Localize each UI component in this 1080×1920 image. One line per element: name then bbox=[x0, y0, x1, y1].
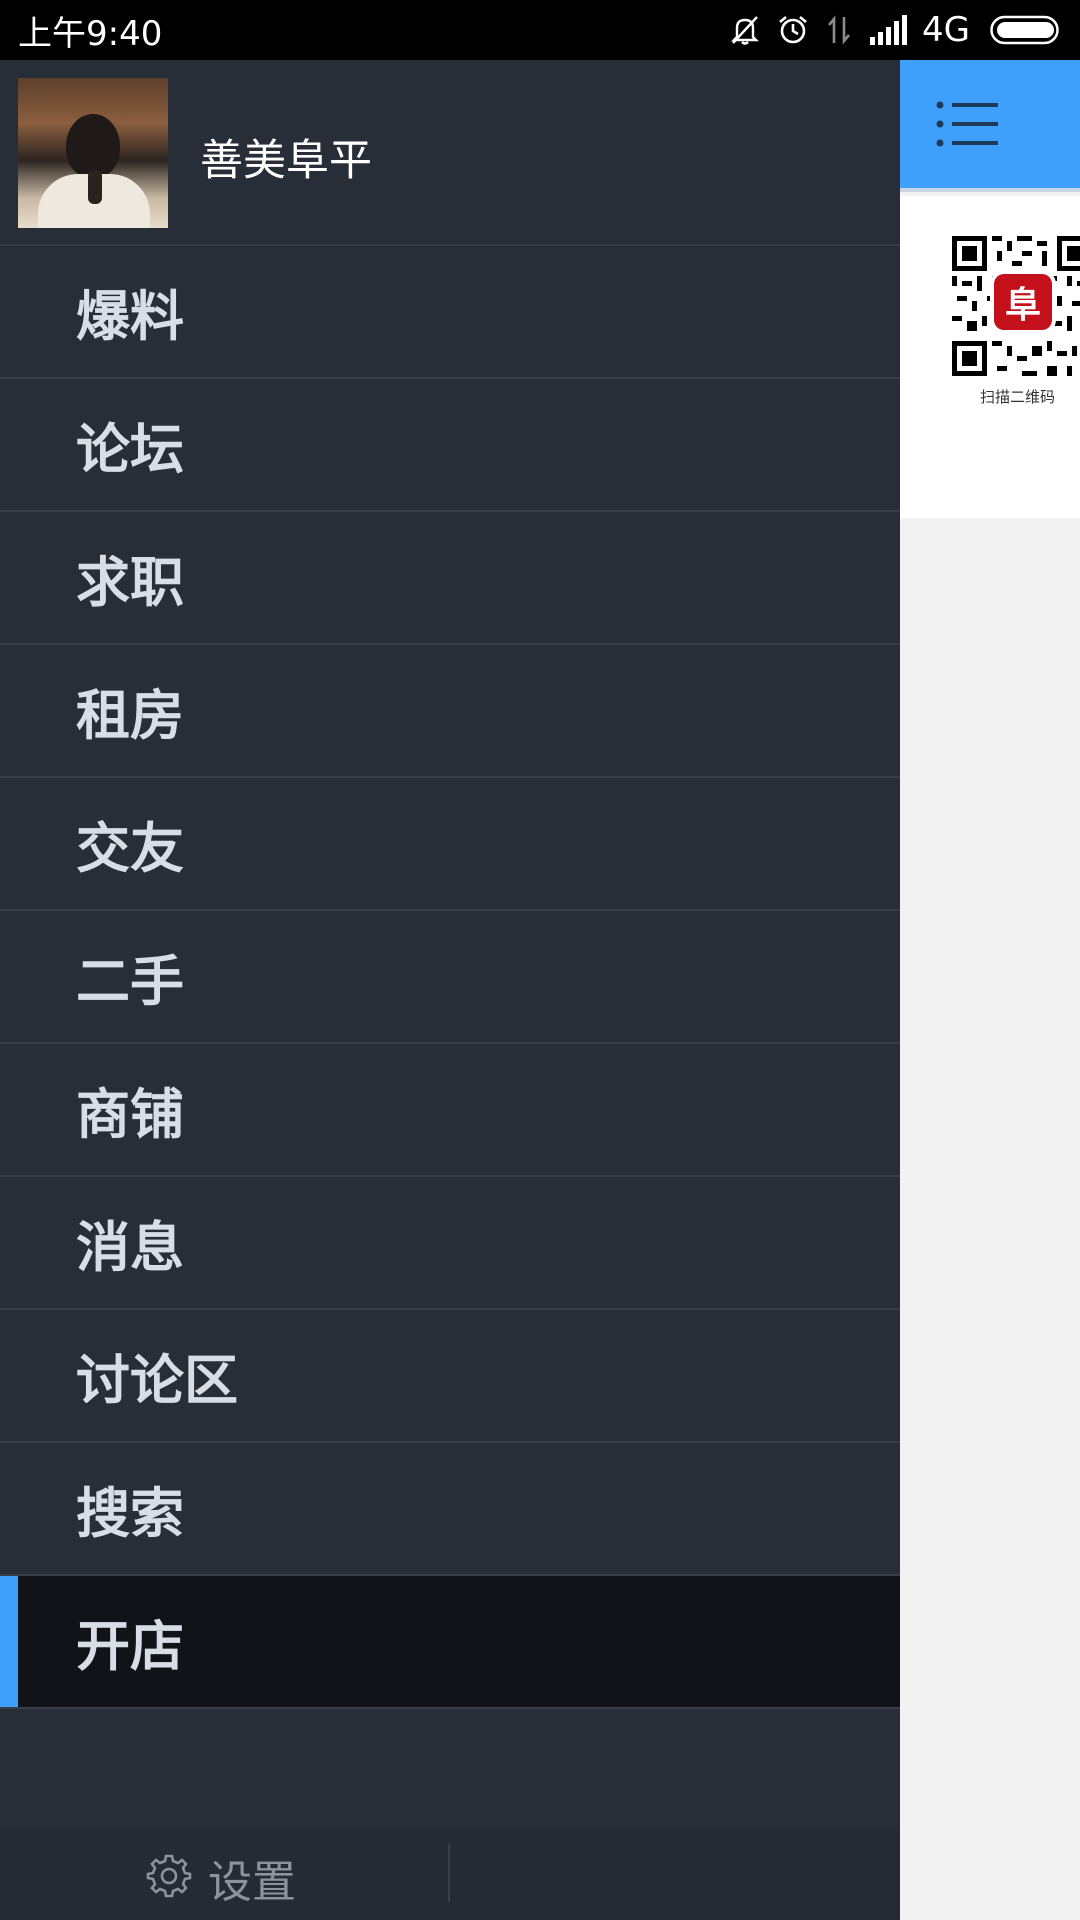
list-icon[interactable] bbox=[936, 100, 1000, 154]
navigation-drawer: 善美阜平 爆料 论坛 求职 租房 交友 二手 商铺 消息 讨论区 搜索 开店 设… bbox=[0, 60, 900, 1920]
data-arrows-icon bbox=[824, 13, 854, 47]
battery-icon bbox=[990, 15, 1062, 45]
menu-item-label: 讨论区 bbox=[76, 1349, 238, 1412]
qr-logo-badge: 阜 bbox=[994, 274, 1052, 330]
signal-icon bbox=[868, 15, 908, 45]
username: 善美阜平 bbox=[200, 136, 372, 186]
menu-item-ershou[interactable]: 二手 bbox=[0, 911, 900, 1044]
drawer-footer: 设置 bbox=[0, 1828, 900, 1920]
menu-item-label: 论坛 bbox=[76, 418, 184, 481]
settings-button[interactable]: 设置 bbox=[146, 1846, 296, 1910]
profile-header[interactable]: 善美阜平 bbox=[0, 60, 900, 246]
menu-item-shangpu[interactable]: 商铺 bbox=[0, 1044, 900, 1177]
menu-item-xiaoxi[interactable]: 消息 bbox=[0, 1177, 900, 1310]
menu-item-label: 二手 bbox=[76, 950, 184, 1013]
menu-item-baoliao[interactable]: 爆料 bbox=[0, 246, 900, 379]
drawer-menu: 爆料 论坛 求职 租房 交友 二手 商铺 消息 讨论区 搜索 开店 bbox=[0, 246, 900, 1709]
footer-divider bbox=[448, 1844, 450, 1902]
settings-label: 设置 bbox=[208, 1857, 296, 1908]
app-header bbox=[900, 60, 1080, 192]
menu-item-label: 爆料 bbox=[76, 285, 184, 348]
network-type: 4G bbox=[922, 10, 970, 50]
qr-caption: 扫描二维码 bbox=[980, 388, 1056, 406]
bell-off-icon bbox=[728, 13, 762, 47]
menu-item-qiuzhi[interactable]: 求职 bbox=[0, 512, 900, 645]
menu-item-label: 租房 bbox=[76, 684, 184, 747]
status-time: 上午9:40 bbox=[18, 13, 163, 54]
gear-icon bbox=[146, 1853, 192, 1903]
menu-item-zufang[interactable]: 租房 bbox=[0, 645, 900, 778]
menu-item-kaidian[interactable]: 开店 bbox=[0, 1576, 900, 1709]
qr-card: 阜 扫描二维码 bbox=[900, 196, 1080, 518]
menu-item-label: 开店 bbox=[76, 1615, 184, 1678]
menu-item-taolunqu[interactable]: 讨论区 bbox=[0, 1310, 900, 1443]
status-icons: 4G bbox=[728, 10, 1062, 50]
menu-item-label: 交友 bbox=[76, 817, 184, 880]
alarm-icon bbox=[776, 13, 810, 47]
menu-item-label: 搜索 bbox=[76, 1482, 184, 1545]
menu-item-luntan[interactable]: 论坛 bbox=[0, 379, 900, 512]
menu-item-jiaoyou[interactable]: 交友 bbox=[0, 778, 900, 911]
avatar[interactable] bbox=[18, 78, 168, 228]
menu-item-label: 消息 bbox=[76, 1216, 184, 1279]
status-bar: 上午9:40 4G bbox=[0, 0, 1080, 60]
qr-code: 阜 bbox=[952, 236, 1080, 376]
menu-item-sousuo[interactable]: 搜索 bbox=[0, 1443, 900, 1576]
menu-item-label: 求职 bbox=[76, 551, 184, 614]
background-app[interactable]: 阜 扫描二维码 bbox=[900, 60, 1080, 1920]
menu-item-label: 商铺 bbox=[76, 1083, 184, 1146]
